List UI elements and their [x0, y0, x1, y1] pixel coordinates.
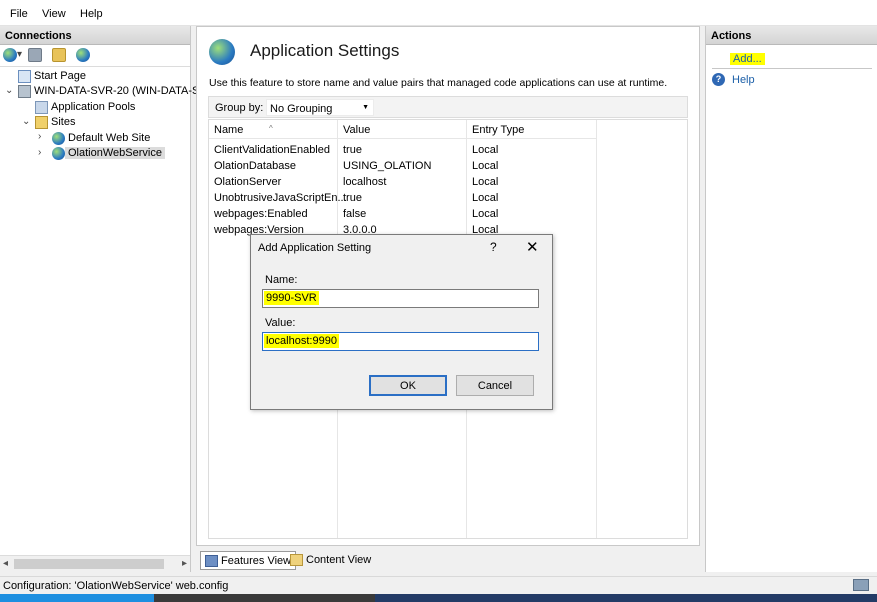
actions-panel: Actions Add... ? Help: [705, 26, 877, 572]
expand-default-site-icon[interactable]: ›: [38, 131, 41, 142]
ok-button[interactable]: OK: [369, 375, 447, 396]
help-icon[interactable]: ?: [712, 73, 725, 86]
globe-icon: [52, 132, 65, 145]
collapse-sites-icon[interactable]: ⌄: [22, 116, 30, 127]
dialog-help-icon[interactable]: ?: [490, 240, 497, 254]
globe-icon: [52, 147, 65, 160]
table-row[interactable]: ClientValidationEnabled true Local: [209, 142, 597, 158]
group-by-bar: Group by: No Grouping ▼: [208, 96, 688, 118]
tab-features-view[interactable]: Features View: [200, 551, 297, 570]
group-by-select[interactable]: No Grouping ▼: [266, 99, 374, 116]
taskbar-strip: [0, 594, 877, 602]
menu-help[interactable]: Help: [80, 8, 103, 20]
group-by-label: Group by:: [215, 102, 264, 114]
globe-icon: [209, 39, 235, 65]
chevron-down-icon: ▼: [362, 104, 369, 111]
column-entry-type[interactable]: Entry Type: [472, 124, 524, 136]
connections-hscrollbar[interactable]: ◂ ▸: [0, 555, 190, 572]
collapse-server-icon[interactable]: ⌄: [5, 85, 13, 96]
value-label: Value:: [265, 317, 296, 329]
server-icon: [18, 85, 31, 98]
menu-file[interactable]: File: [10, 8, 28, 20]
status-bar: Configuration: 'OlationWebService' web.c…: [0, 576, 877, 594]
column-value[interactable]: Value: [343, 124, 370, 136]
name-value: 9990-SVR: [264, 291, 319, 305]
save-icon[interactable]: [28, 48, 42, 62]
column-name[interactable]: Name: [214, 124, 243, 136]
table-row[interactable]: OlationDatabase USING_OLATION Local: [209, 158, 597, 174]
page-title: Application Settings: [250, 41, 400, 60]
sort-indicator-icon: ^: [269, 124, 273, 133]
page-description: Use this feature to store name and value…: [209, 77, 668, 89]
table-row[interactable]: webpages:Enabled false Local: [209, 206, 597, 222]
app-pools-icon: [35, 101, 48, 114]
tab-content-view[interactable]: Content View: [286, 551, 375, 570]
name-field[interactable]: 9990-SVR: [262, 289, 539, 308]
group-by-value: No Grouping: [270, 103, 333, 115]
actions-divider: [712, 68, 872, 69]
connections-toolbar: ▾: [0, 45, 190, 67]
add-action-link[interactable]: Add...: [730, 53, 765, 65]
up-folder-icon[interactable]: [52, 48, 66, 62]
connections-panel: Connections ▾ Start Page ⌄ WIN-DATA-SVR-…: [0, 26, 207, 572]
scroll-thumb[interactable]: [14, 559, 164, 569]
name-label: Name:: [265, 274, 298, 286]
menu-bar: File View Help: [0, 0, 877, 26]
close-icon[interactable]: ✕: [526, 238, 539, 256]
cancel-button[interactable]: Cancel: [456, 375, 534, 396]
table-header: Name ^ Value Entry Type: [209, 120, 597, 139]
value-value: localhost:9990: [264, 334, 339, 348]
expand-olation-site-icon[interactable]: ›: [38, 147, 41, 158]
dropdown-arrow-icon[interactable]: ▾: [17, 49, 22, 60]
scroll-left-icon[interactable]: ◂: [3, 558, 8, 569]
menu-view[interactable]: View: [42, 8, 66, 20]
scroll-right-icon[interactable]: ▸: [182, 558, 187, 569]
add-application-setting-dialog: Add Application Setting ? ✕ Name: 9990-S…: [250, 234, 553, 410]
dialog-title: Add Application Setting: [258, 242, 372, 254]
actions-header: Actions: [706, 26, 877, 45]
help-action-link[interactable]: Help: [732, 74, 755, 86]
view-tabs: Features View Content View: [196, 550, 700, 572]
table-row[interactable]: UnobtrusiveJavaScriptEn... true Local: [209, 190, 597, 206]
connections-header: Connections: [0, 26, 190, 45]
connect-icon[interactable]: [3, 48, 17, 62]
start-page-icon: [18, 70, 31, 83]
table-row[interactable]: OlationServer localhost Local: [209, 174, 597, 190]
content-view-icon: [290, 554, 303, 566]
features-view-icon: [205, 555, 218, 567]
status-text: Configuration: 'OlationWebService' web.c…: [3, 580, 229, 592]
sites-folder-icon: [35, 116, 48, 129]
value-field[interactable]: localhost:9990: [262, 332, 539, 351]
disconnect-icon[interactable]: [76, 48, 90, 62]
network-status-icon: [853, 579, 869, 591]
